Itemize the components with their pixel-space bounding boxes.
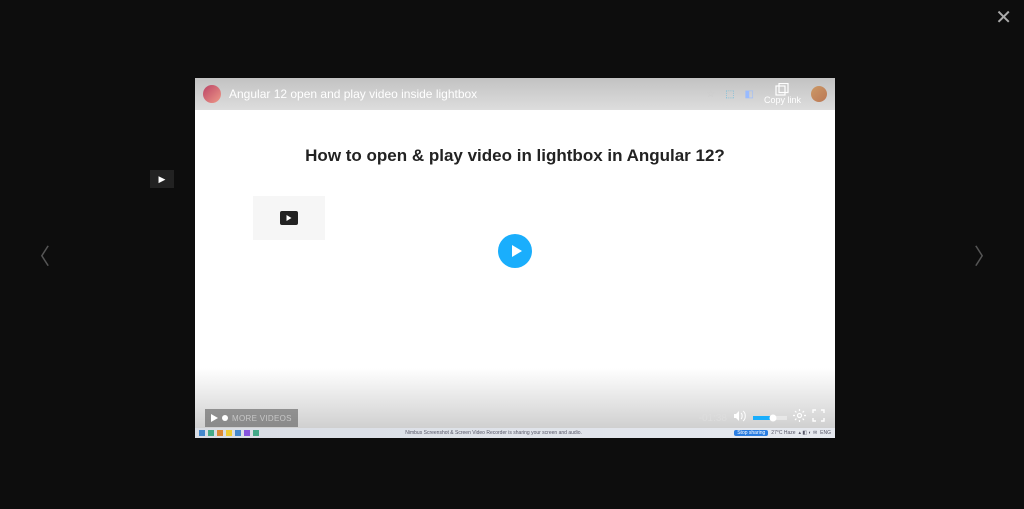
taskbar-app-icon[interactable] <box>235 430 241 436</box>
language[interactable]: ENG <box>820 430 831 436</box>
player-controls: MORE VIDEOS -01:38 <box>195 406 835 430</box>
taskbar-app-icon[interactable] <box>208 430 214 436</box>
close-button[interactable]: ✕ <box>995 8 1012 28</box>
volume-icon[interactable] <box>733 409 747 427</box>
next-button[interactable]: 〉 <box>964 229 1006 281</box>
settings-icon[interactable] <box>793 409 806 427</box>
taskbar-app-icon[interactable] <box>253 430 259 436</box>
taskbar-app-icon[interactable] <box>217 430 223 436</box>
time-remaining: -01:38 <box>699 413 727 424</box>
taskbar-app-icon[interactable] <box>244 430 250 436</box>
gallery-thumbnail[interactable]: ▶ <box>150 170 174 188</box>
sharing-notice: Nimbus Screenshot & Screen Video Recorde… <box>262 430 725 436</box>
weather: 27°C Haze <box>771 430 795 436</box>
play-button-small[interactable]: MORE VIDEOS <box>205 409 298 427</box>
taskbar: Nimbus Screenshot & Screen Video Recorde… <box>195 428 835 438</box>
inner-thumbnail[interactable] <box>253 196 325 240</box>
video-headline: How to open & play video in lightbox in … <box>305 146 725 166</box>
taskbar-app-icon[interactable] <box>199 430 205 436</box>
volume-slider[interactable] <box>753 416 787 420</box>
taskbar-app-icon[interactable] <box>226 430 232 436</box>
fullscreen-icon[interactable] <box>812 409 825 427</box>
video-player: Angular 12 open and play video inside li… <box>195 78 835 438</box>
play-button-large[interactable] <box>498 234 532 268</box>
tray-icons[interactable]: ▴ ◧ ◐ ✉ <box>799 430 818 436</box>
stop-sharing-button[interactable]: Stop sharing <box>734 430 768 436</box>
prev-button[interactable]: 〈 <box>18 229 60 281</box>
